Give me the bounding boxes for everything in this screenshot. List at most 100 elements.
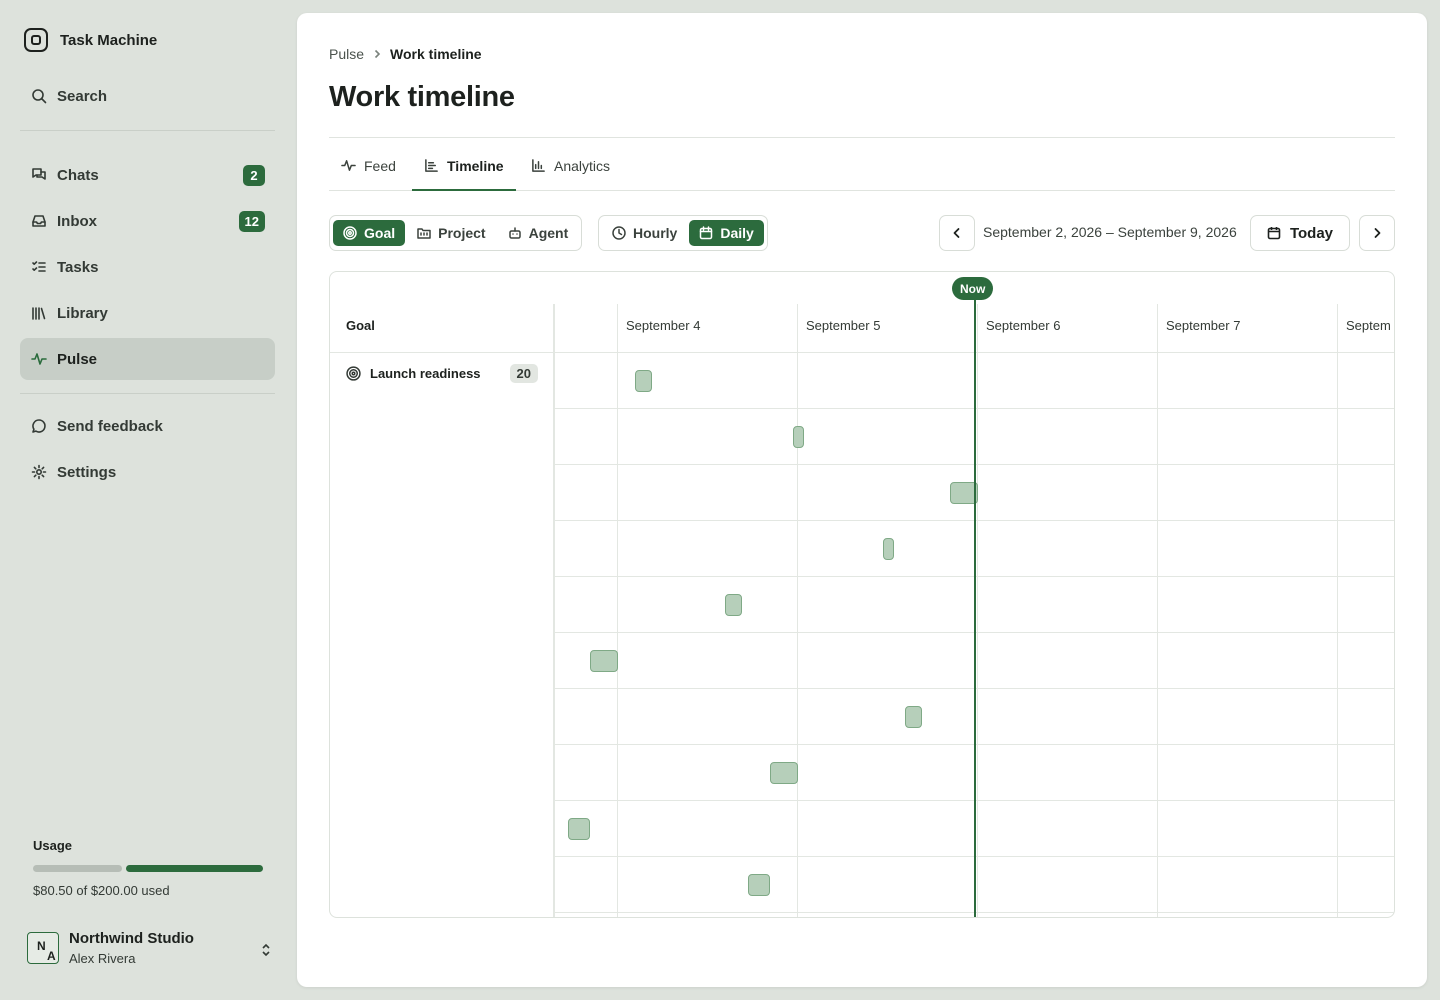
work-item-bar[interactable] xyxy=(905,706,922,728)
chevron-right-icon xyxy=(374,49,381,59)
app-name: Task Machine xyxy=(60,31,158,49)
chevron-right-icon xyxy=(1374,228,1381,238)
sidebar-divider xyxy=(20,393,275,394)
search-icon xyxy=(32,89,47,104)
search-label: Search xyxy=(57,87,108,105)
gear-icon xyxy=(31,464,47,480)
tab-bar: Feed Timeline Analytics xyxy=(329,141,1395,191)
send-feedback-label: Send feedback xyxy=(57,417,163,435)
day-column: September 7 xyxy=(1157,304,1240,917)
search-button[interactable]: Search xyxy=(20,75,275,117)
work-item-bar[interactable] xyxy=(793,426,804,448)
sidebar: Task Machine Search Chats 2 Inbox 12 Tas… xyxy=(0,0,296,1000)
work-item-bar[interactable] xyxy=(883,538,894,560)
pulse-icon xyxy=(31,353,47,365)
sidebar-item-inbox[interactable]: Inbox 12 xyxy=(20,200,275,242)
sidebar-item-chats[interactable]: Chats 2 xyxy=(20,154,275,196)
usage-panel: Usage $80.50 of $200.00 used xyxy=(33,838,263,898)
sidebar-item-label: Library xyxy=(57,304,108,322)
next-range-button[interactable] xyxy=(1359,215,1395,251)
day-column: September 4 xyxy=(617,304,700,917)
granularity-control: Hourly Daily xyxy=(598,215,768,251)
user-name: Alex Rivera xyxy=(69,951,136,966)
header-divider xyxy=(330,352,1394,353)
send-feedback-button[interactable]: Send feedback xyxy=(20,405,275,447)
day-label: September 6 xyxy=(986,318,1061,333)
sidebar-divider xyxy=(20,130,275,131)
brand[interactable]: Task Machine xyxy=(24,28,157,52)
avatar: N A xyxy=(27,932,59,964)
group-column-header: Goal xyxy=(346,318,375,333)
breadcrumb-current: Work timeline xyxy=(390,46,482,62)
calendar-icon xyxy=(700,226,713,240)
inbox-count-badge: 12 xyxy=(238,210,265,232)
target-icon xyxy=(343,226,357,240)
work-item-bar[interactable] xyxy=(770,762,798,784)
folder-icon xyxy=(417,228,431,239)
day-column: Septem xyxy=(1337,304,1391,917)
now-indicator-line xyxy=(974,290,976,917)
chevron-up-down-icon[interactable] xyxy=(260,942,272,958)
sidebar-item-pulse[interactable]: Pulse xyxy=(20,338,275,380)
sidebar-item-library[interactable]: Library xyxy=(20,292,275,334)
tasks-icon xyxy=(32,261,46,272)
day-column: September 5 xyxy=(797,304,880,917)
group-column: Goal xyxy=(330,304,554,917)
group-by-agent-button[interactable]: Agent xyxy=(498,220,579,246)
target-icon xyxy=(346,366,361,381)
group-by-project-button[interactable]: Project xyxy=(407,220,495,246)
usage-title: Usage xyxy=(33,838,73,853)
page-title: Work timeline xyxy=(329,81,515,113)
sidebar-item-label: Pulse xyxy=(57,350,98,368)
usage-text: $80.50 of $200.00 used xyxy=(33,883,170,898)
breadcrumb-pulse[interactable]: Pulse xyxy=(329,46,364,62)
timeline-grid: Goal Launch readiness 20 September 4 Sep… xyxy=(329,271,1395,918)
chats-count-badge: 2 xyxy=(243,164,265,186)
app-logo-icon xyxy=(24,28,48,52)
goal-name: Launch readiness xyxy=(370,366,481,381)
day-label: Septem xyxy=(1346,318,1391,333)
work-item-bar[interactable] xyxy=(748,874,770,896)
usage-used-segment xyxy=(126,865,263,872)
settings-button[interactable]: Settings xyxy=(20,451,275,493)
sidebar-item-tasks[interactable]: Tasks xyxy=(20,246,275,288)
chats-icon xyxy=(32,168,46,180)
account-switcher[interactable]: N A Northwind Studio Alex Rivera xyxy=(27,930,272,966)
tab-timeline[interactable]: Timeline xyxy=(412,141,516,191)
library-icon xyxy=(32,307,46,320)
bar-chart-icon xyxy=(532,159,545,172)
date-range-label: September 2, 2026 – September 9, 2026 xyxy=(983,224,1237,240)
goal-row-launch-readiness[interactable]: Launch readiness 20 xyxy=(346,364,538,383)
tab-analytics[interactable]: Analytics xyxy=(531,141,610,190)
sidebar-item-label: Inbox xyxy=(57,212,97,230)
now-indicator-label: Now xyxy=(952,277,994,300)
settings-label: Settings xyxy=(57,463,117,481)
org-name: Northwind Studio xyxy=(69,930,194,947)
work-item-bar[interactable] xyxy=(725,594,742,616)
today-button[interactable]: Today xyxy=(1250,215,1350,251)
account-text: Northwind Studio Alex Rivera xyxy=(69,930,194,966)
daily-button[interactable]: Daily xyxy=(689,220,764,246)
tab-feed[interactable]: Feed xyxy=(341,141,396,190)
usage-progress-bar xyxy=(33,865,263,872)
timeline-icon xyxy=(425,159,438,172)
activity-icon xyxy=(341,160,356,171)
sidebar-item-label: Tasks xyxy=(57,258,99,276)
breadcrumb: Pulse Work timeline xyxy=(329,46,482,62)
hourly-button[interactable]: Hourly xyxy=(602,220,687,246)
feedback-icon xyxy=(32,419,46,433)
work-item-bar[interactable] xyxy=(590,650,618,672)
usage-remaining-segment xyxy=(33,865,122,872)
group-by-control: Goal Project Agent xyxy=(329,215,583,251)
group-by-goal-button[interactable]: Goal xyxy=(333,220,406,246)
inbox-icon xyxy=(32,215,46,227)
sidebar-item-label: Chats xyxy=(57,166,99,184)
title-divider xyxy=(329,137,1395,138)
work-item-bar[interactable] xyxy=(568,818,590,840)
chevron-left-icon xyxy=(953,228,960,238)
work-item-bar[interactable] xyxy=(635,370,652,392)
previous-range-button[interactable] xyxy=(939,215,975,251)
main-panel: Pulse Work timeline Work timeline Feed T… xyxy=(297,13,1427,987)
day-label: September 4 xyxy=(626,318,701,333)
clock-icon xyxy=(612,226,626,240)
